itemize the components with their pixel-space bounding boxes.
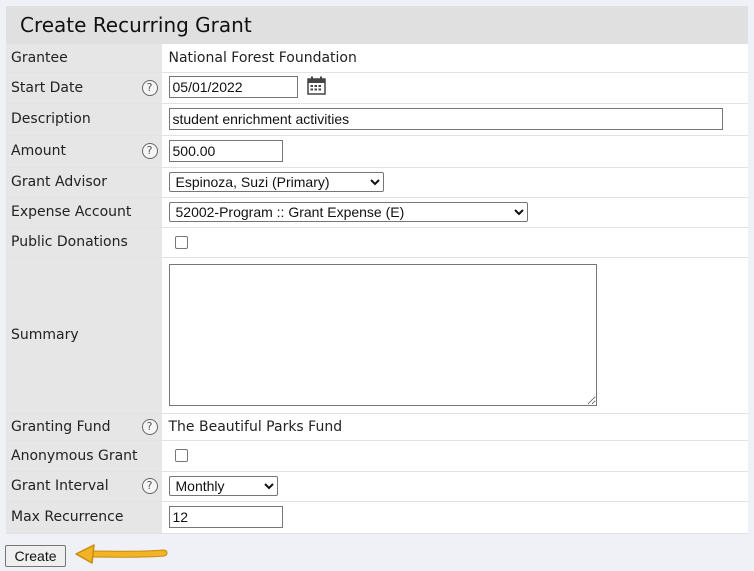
row-summary: Summary: [6, 257, 748, 414]
summary-textarea[interactable]: [168, 264, 597, 406]
grantee-value: National Forest Foundation: [162, 44, 748, 73]
help-icon[interactable]: ?: [141, 478, 158, 494]
row-expense-account: Expense Account 52002-Program :: Grant E…: [6, 197, 748, 228]
help-icon[interactable]: ?: [141, 79, 158, 96]
granting-fund-label: Granting Fund: [11, 418, 111, 435]
create-button[interactable]: Create: [5, 545, 66, 567]
max-recurrence-label: Max Recurrence: [6, 501, 163, 534]
start-date-label: Start Date: [11, 79, 84, 96]
row-public-donations: Public Donations: [6, 227, 748, 258]
row-amount: Amount ?: [6, 135, 748, 168]
amount-input[interactable]: [168, 140, 283, 162]
anonymous-grant-checkbox[interactable]: [174, 449, 188, 462]
start-date-input[interactable]: [168, 75, 298, 98]
max-recurrence-input[interactable]: [168, 506, 283, 528]
row-start-date: Start Date ?: [6, 72, 748, 104]
grantee-label: Grantee: [6, 44, 163, 73]
help-icon[interactable]: ?: [141, 143, 158, 159]
expense-account-label: Expense Account: [6, 197, 163, 228]
summary-label: Summary: [6, 257, 163, 414]
row-grant-advisor: Grant Advisor Espinoza, Suzi (Primary): [6, 167, 748, 198]
arrow-left-icon: [75, 544, 168, 564]
anonymous-grant-label: Anonymous Grant: [6, 440, 163, 472]
row-granting-fund: Granting Fund ? The Beautiful Parks Fund: [6, 413, 748, 441]
grant-interval-label: Grant Interval: [11, 478, 109, 494]
public-donations-label: Public Donations: [6, 227, 163, 258]
grant-interval-select[interactable]: Monthly: [168, 476, 278, 496]
page-header: Create Recurring Grant: [6, 6, 748, 44]
calendar-icon[interactable]: [307, 76, 326, 99]
page-title: Create Recurring Grant: [20, 13, 252, 37]
grant-form: Grantee National Forest Foundation Start…: [6, 44, 748, 534]
description-input[interactable]: [168, 108, 723, 130]
help-icon[interactable]: ?: [141, 418, 158, 435]
amount-label: Amount: [11, 143, 67, 159]
row-grantee: Grantee National Forest Foundation: [6, 44, 748, 73]
row-description: Description: [6, 103, 748, 136]
row-anonymous-grant: Anonymous Grant: [6, 440, 748, 472]
row-grant-interval: Grant Interval ? Monthly: [6, 471, 748, 502]
grant-advisor-label: Grant Advisor: [6, 167, 163, 198]
granting-fund-value: The Beautiful Parks Fund: [162, 413, 748, 441]
public-donations-checkbox[interactable]: [174, 235, 188, 249]
description-label: Description: [6, 103, 163, 136]
grant-advisor-select[interactable]: Espinoza, Suzi (Primary): [168, 172, 384, 192]
expense-account-select[interactable]: 52002-Program :: Grant Expense (E): [168, 202, 528, 222]
row-max-recurrence: Max Recurrence: [6, 501, 748, 534]
